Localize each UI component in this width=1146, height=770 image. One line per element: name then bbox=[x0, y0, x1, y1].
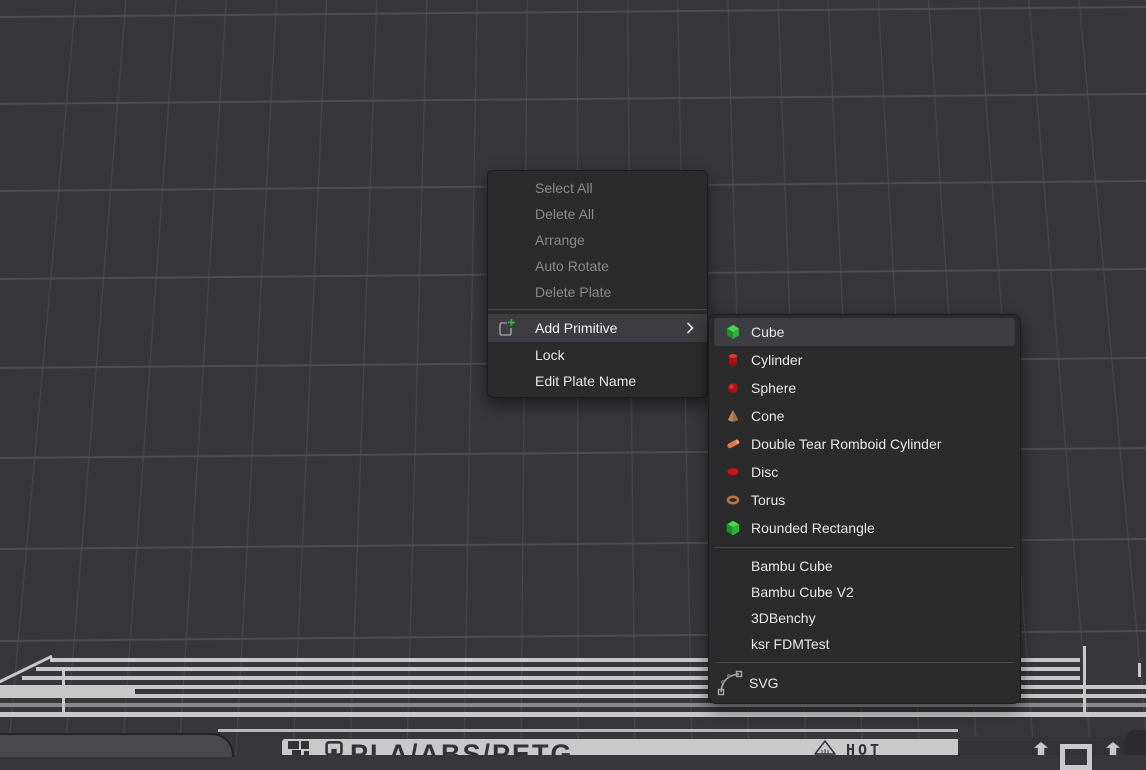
context-menu-item-auto-rotate: Auto Rotate bbox=[488, 253, 707, 279]
menu-item-label: Bambu Cube bbox=[751, 558, 833, 574]
submenu-item-sphere[interactable]: Sphere bbox=[709, 374, 1020, 402]
menu-item-label: SVG bbox=[749, 675, 779, 691]
menu-item-label: Arrange bbox=[535, 232, 585, 248]
context-menu-item-delete-all: Delete All bbox=[488, 201, 707, 227]
submenu-item-bambu-cube[interactable]: Bambu Cube bbox=[709, 553, 1020, 579]
cylinder-icon bbox=[725, 352, 741, 368]
torus-icon bbox=[725, 492, 741, 508]
menu-item-label: Cone bbox=[751, 408, 784, 424]
plate-corner-piece bbox=[1124, 730, 1146, 755]
bezier-curve-icon bbox=[717, 670, 743, 696]
context-menu-item-select-all: Select All bbox=[488, 175, 707, 201]
menu-item-label: Delete All bbox=[535, 206, 594, 222]
menu-item-label: Add Primitive bbox=[535, 320, 617, 336]
plate-hot-label: HOT bbox=[846, 741, 882, 755]
menu-item-label: Edit Plate Name bbox=[535, 373, 636, 389]
plate-label-strip: PLA/ABS/PETG HOT bbox=[282, 739, 958, 755]
context-menu-item-edit-plate-name[interactable]: Edit Plate Name bbox=[488, 368, 707, 394]
sphere-icon bbox=[725, 380, 741, 396]
submenu-item-cone[interactable]: Cone bbox=[709, 402, 1020, 430]
add-primitive-submenu: Cube Cylinder Sphere Cone Double Te bbox=[708, 314, 1021, 704]
bambu-logo-icon bbox=[288, 741, 322, 755]
menu-item-label: Auto Rotate bbox=[535, 258, 609, 274]
chevron-right-icon bbox=[686, 322, 694, 334]
rounded-rectangle-icon bbox=[725, 520, 741, 536]
context-menu-item-add-primitive[interactable]: Add Primitive bbox=[488, 314, 707, 342]
menu-separator bbox=[715, 662, 1014, 663]
menu-item-label: Delete Plate bbox=[535, 284, 611, 300]
menu-item-label: Sphere bbox=[751, 380, 796, 396]
hot-warning-icon bbox=[814, 740, 836, 755]
menu-separator bbox=[715, 547, 1014, 548]
context-menu: Select All Delete All Arrange Auto Rotat… bbox=[487, 170, 708, 398]
plate-rect-mark bbox=[1060, 744, 1092, 770]
menu-item-label: ksr FDMTest bbox=[751, 636, 830, 652]
menu-item-label: Select All bbox=[535, 180, 593, 196]
cone-icon bbox=[725, 408, 741, 424]
menu-item-label: Cube bbox=[751, 324, 784, 340]
menu-item-label: 3DBenchy bbox=[751, 610, 816, 626]
submenu-item-ksr-fdmtest[interactable]: ksr FDMTest bbox=[709, 631, 1020, 657]
submenu-item-torus[interactable]: Torus bbox=[709, 486, 1020, 514]
context-menu-item-arrange: Arrange bbox=[488, 227, 707, 253]
submenu-item-bambu-cube-v2[interactable]: Bambu Cube V2 bbox=[709, 579, 1020, 605]
context-menu-item-lock[interactable]: Lock bbox=[488, 342, 707, 368]
menu-item-label: Disc bbox=[751, 464, 778, 480]
menu-item-label: Double Tear Romboid Cylinder bbox=[751, 436, 941, 452]
plate-handle-tab bbox=[0, 733, 234, 757]
context-menu-item-delete-plate: Delete Plate bbox=[488, 279, 707, 305]
submenu-item-cube[interactable]: Cube bbox=[714, 318, 1015, 346]
double-tear-romboid-cylinder-icon bbox=[725, 436, 741, 452]
menu-item-label: Bambu Cube V2 bbox=[751, 584, 854, 600]
cube-icon bbox=[725, 324, 741, 340]
submenu-item-cylinder[interactable]: Cylinder bbox=[709, 346, 1020, 374]
arrow-up-icon bbox=[1100, 742, 1126, 755]
menu-item-label: Rounded Rectangle bbox=[751, 520, 875, 536]
menu-item-label: Cylinder bbox=[751, 352, 802, 368]
menu-item-label: Lock bbox=[535, 347, 565, 363]
submenu-item-svg[interactable]: SVG bbox=[709, 668, 1020, 698]
submenu-item-rounded-rectangle[interactable]: Rounded Rectangle bbox=[709, 514, 1020, 542]
submenu-item-double-tear-romboid-cylinder[interactable]: Double Tear Romboid Cylinder bbox=[709, 430, 1020, 458]
submenu-item-3dbenchy[interactable]: 3DBenchy bbox=[709, 605, 1020, 631]
submenu-item-disc[interactable]: Disc bbox=[709, 458, 1020, 486]
plate-frame-icon bbox=[324, 741, 344, 755]
disc-icon bbox=[725, 464, 741, 480]
menu-separator bbox=[488, 309, 707, 310]
arrow-up-icon bbox=[1028, 742, 1054, 755]
plate-material-label: PLA/ABS/PETG bbox=[350, 741, 574, 755]
menu-item-label: Torus bbox=[751, 492, 785, 508]
slicer-3d-viewport: { "context_menu": { "items": [ {"label":… bbox=[0, 0, 1146, 755]
add-primitive-icon bbox=[497, 318, 517, 338]
